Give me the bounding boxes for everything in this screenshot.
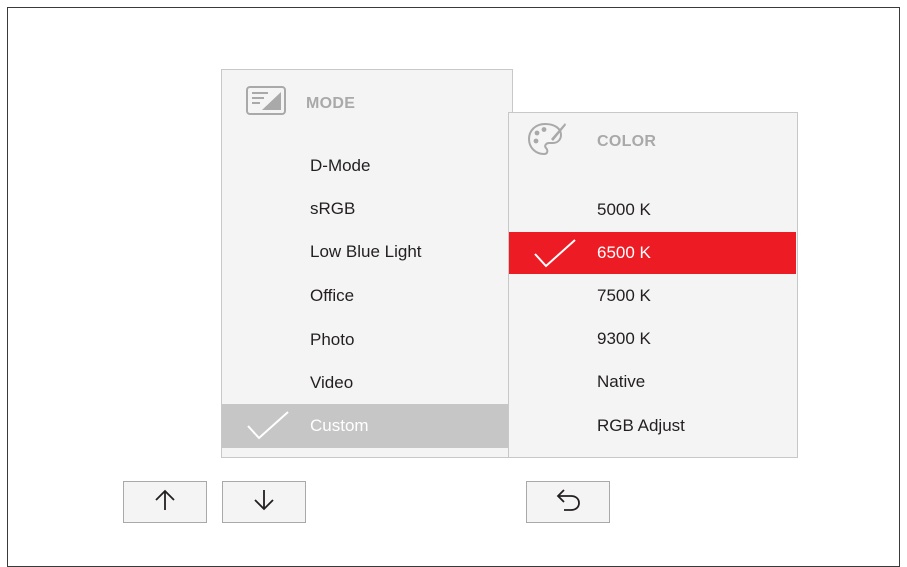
color-item-7500k[interactable]: 7500 K bbox=[509, 275, 796, 317]
color-item-label: 7500 K bbox=[597, 286, 651, 305]
mode-item-office[interactable]: Office bbox=[222, 275, 511, 317]
color-item-label: 6500 K bbox=[597, 243, 651, 262]
mode-item-label: Office bbox=[310, 286, 355, 305]
mode-item-label: Low Blue Light bbox=[310, 242, 422, 261]
color-menu-header: COLOR bbox=[527, 121, 656, 162]
palette-icon bbox=[527, 121, 567, 162]
mode-menu-title: MODE bbox=[306, 94, 356, 112]
mode-item-label: D-Mode bbox=[310, 156, 371, 175]
mode-item-label: Custom bbox=[310, 416, 369, 435]
picture-mode-icon bbox=[246, 86, 286, 121]
mode-item-d-mode[interactable]: D-Mode bbox=[222, 145, 511, 187]
arrow-down-icon bbox=[252, 488, 276, 517]
color-item-label: 5000 K bbox=[597, 200, 651, 219]
return-icon bbox=[555, 488, 581, 517]
color-item-label: 9300 K bbox=[597, 329, 651, 348]
down-button[interactable] bbox=[222, 481, 306, 523]
color-item-native[interactable]: Native bbox=[509, 361, 796, 403]
mode-item-srgb[interactable]: sRGB bbox=[222, 188, 511, 230]
mode-menu-header: MODE bbox=[246, 86, 355, 121]
mode-item-label: Video bbox=[310, 373, 354, 392]
mode-item-video[interactable]: Video bbox=[222, 362, 511, 404]
mode-item-low-blue-light[interactable]: Low Blue Light bbox=[222, 231, 511, 273]
color-item-5000k[interactable]: 5000 K bbox=[509, 189, 796, 231]
back-button[interactable] bbox=[526, 481, 610, 523]
color-item-9300k[interactable]: 9300 K bbox=[509, 318, 796, 360]
mode-item-photo[interactable]: Photo bbox=[222, 319, 511, 361]
mode-item-custom[interactable]: Custom bbox=[222, 404, 511, 448]
checkmark-icon bbox=[533, 238, 577, 273]
color-item-label: Native bbox=[597, 372, 646, 391]
arrow-up-icon bbox=[153, 488, 177, 517]
color-item-label: RGB Adjust bbox=[597, 416, 685, 435]
color-menu-panel: COLOR 5000 K 6500 K 7500 K 9300 K Native… bbox=[508, 112, 798, 458]
mode-item-label: Photo bbox=[310, 330, 355, 349]
checkmark-icon bbox=[246, 410, 290, 445]
mode-menu-panel: MODE D-Mode sRGB Low Blue Light Office P… bbox=[221, 69, 513, 458]
up-button[interactable] bbox=[123, 481, 207, 523]
mode-item-label: sRGB bbox=[310, 199, 356, 218]
color-menu-title: COLOR bbox=[597, 132, 657, 150]
color-item-rgb-adjust[interactable]: RGB Adjust bbox=[509, 405, 796, 447]
color-item-6500k[interactable]: 6500 K bbox=[509, 232, 796, 274]
